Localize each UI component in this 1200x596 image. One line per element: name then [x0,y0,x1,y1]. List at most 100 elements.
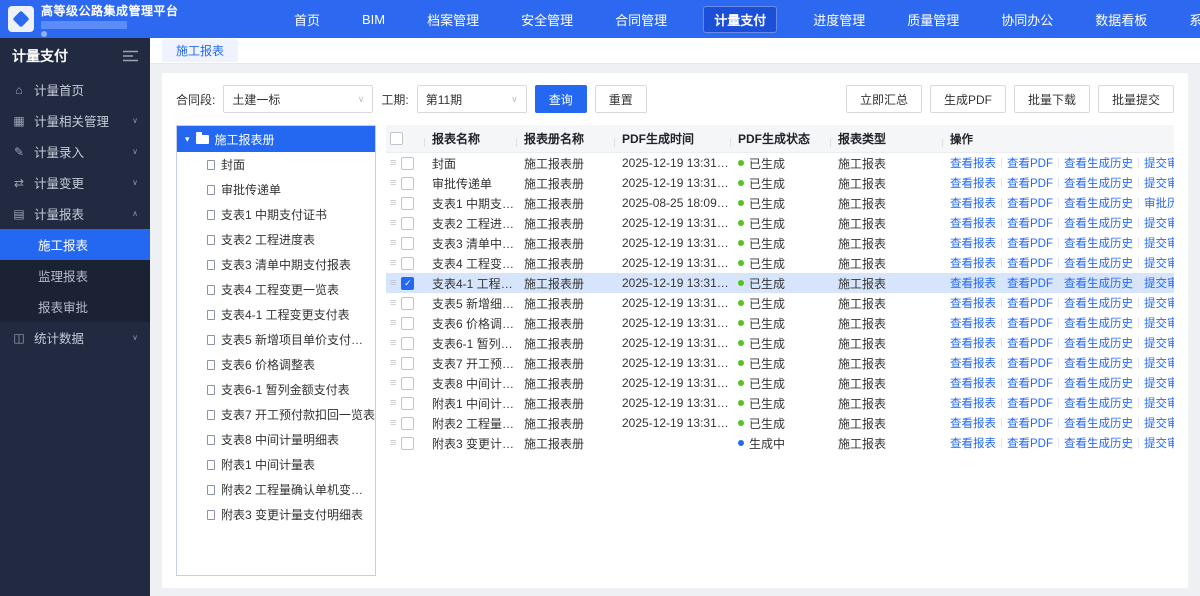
tree-item[interactable]: 支表6-1 暂列金额支付表 [177,377,375,402]
action-link-3[interactable]: 查看生成历史 [1064,355,1133,371]
action-link-1[interactable]: 查看报表 [950,395,996,411]
nav-item-6[interactable]: 计量支付 [703,5,778,33]
table-row[interactable]: ≡ 封面 施工报表册 2025-12-19 13:31:23 已生成 施工报表 查看报表 查看… [386,153,1174,173]
action-link-1[interactable]: 查看报表 [950,155,996,171]
tree-item[interactable]: 支表8 中间计量明细表 [177,427,375,452]
action-link-2[interactable]: 查看PDF [1007,195,1053,211]
tree-item[interactable]: 附表3 变更计量支付明细表 [177,502,375,527]
tree-item[interactable]: 审批传递单 [177,177,375,202]
action-link-2[interactable]: 查看PDF [1007,435,1053,451]
action-link-1[interactable]: 查看报表 [950,295,996,311]
sidebar-subitem-2[interactable]: 监理报表 [0,260,150,291]
table-row[interactable]: ≡ 支表1 中期支付证书施工报表册 2025-08-25 18:09:44 已生成 施工… [386,193,1174,213]
action-link-4[interactable]: 提交审批 [1144,435,1174,451]
action-link-2[interactable]: 查看PDF [1007,295,1053,311]
action-link-4[interactable]: 提交审批 [1144,255,1174,271]
action-link-3[interactable]: 查看生成历史 [1064,315,1133,331]
action-link-1[interactable]: 查看报表 [950,435,996,451]
action-link-4[interactable]: 提交审批 [1144,275,1174,291]
action-link-1[interactable]: 查看报表 [950,255,996,271]
table-row[interactable]: ≡ 支表6-1 暂列金额支付表施工报表册 2025-12-19 13:31:43 已生… [386,333,1174,353]
drag-handle-icon[interactable]: ≡ [390,217,396,229]
action-link-4[interactable]: 审批历史 [1144,195,1174,211]
action-link-3[interactable]: 查看生成历史 [1064,255,1133,271]
action-link-2[interactable]: 查看PDF [1007,155,1053,171]
tree-item[interactable]: 支表2 工程进度表 [177,227,375,252]
sidebar-item-3[interactable]: ✎ 计量录入 ∨ [0,136,150,167]
table-row[interactable]: ≡ 支表4 工程变更一览表施工报表册 2025-12-19 13:31:17 已生成 施… [386,253,1174,273]
query-button[interactable]: 查询 [534,85,587,113]
action-link-3[interactable]: 查看生成历史 [1064,235,1133,251]
row-checkbox[interactable] [401,416,415,430]
action-link-1[interactable]: 查看报表 [950,235,996,251]
drag-handle-icon[interactable]: ≡ [390,197,396,209]
action-link-4[interactable]: 提交审批 [1144,155,1174,171]
row-checkbox[interactable] [401,236,415,250]
drag-handle-icon[interactable]: ≡ [390,177,396,189]
tree-item[interactable]: 附表1 中间计量表 [177,452,375,477]
row-checkbox[interactable] [401,296,415,310]
reset-button[interactable]: 重置 [594,85,647,113]
sidebar-item-2[interactable]: ▦ 计量相关管理 ∨ [0,105,150,136]
action-link-2[interactable]: 查看PDF [1007,175,1053,191]
action-link-3[interactable]: 查看生成历史 [1064,175,1133,191]
table-row[interactable]: ≡ 附表1 中间计量表施工报表册 2025-12-19 13:31:27 已生成 施工报… [386,393,1174,413]
table-row[interactable]: ≡ 审批传递单 施工报表册 2025-12-19 13:31:34 已生成 施工报表 查看报… [386,173,1174,193]
action-link-4[interactable]: 提交审批 [1144,315,1174,331]
table-row[interactable]: ≡ 支表3 清单中期支付报表施工报表册 2025-12-19 13:31:53 已生成… [386,233,1174,253]
sidebar-item-5[interactable]: ▤ 计量报表 ∧ [0,198,150,229]
row-checkbox[interactable] [401,436,415,450]
nav-item-4[interactable]: 安全管理 [515,6,579,33]
action-link-4[interactable]: 提交审批 [1144,335,1174,351]
drag-handle-icon[interactable]: ≡ [390,437,396,449]
action-link-4[interactable]: 提交审批 [1144,215,1174,231]
period-select[interactable]: 第11期 ∨ [416,85,527,113]
action-link-3[interactable]: 查看生成历史 [1064,295,1133,311]
action-link-2[interactable]: 查看PDF [1007,255,1053,271]
action-link-1[interactable]: 查看报表 [950,275,996,291]
action-link-1[interactable]: 查看报表 [950,175,996,191]
action-link-2[interactable]: 查看PDF [1007,375,1053,391]
table-row[interactable]: ≡ 支表7 开工预付款扣回一览表施工报表册 2025-12-19 13:31:32 已… [386,353,1174,373]
action-link-2[interactable]: 查看PDF [1007,395,1053,411]
nav-item-5[interactable]: 合同管理 [609,6,673,33]
table-row[interactable]: ≡ 支表4-1 工程变更支付表施工报表册 2025-12-19 13:31:33 已生… [386,273,1174,293]
row-checkbox[interactable] [401,256,415,270]
table-row[interactable]: ≡ 支表6 价格调整表施工报表册 2025-12-19 13:31:16 已生成 施工报… [386,313,1174,333]
action-link-2[interactable]: 查看PDF [1007,215,1053,231]
sidebar-item-6[interactable]: ◫ 统计数据 ∨ [0,322,150,353]
sidebar-item-4[interactable]: ⇄ 计量变更 ∨ [0,167,150,198]
action-link-2[interactable]: 查看PDF [1007,355,1053,371]
action-link-3[interactable]: 查看生成历史 [1064,155,1133,171]
sidebar-item-1[interactable]: ⌂ 计量首页 [0,74,150,105]
tree-item[interactable]: 支表1 中期支付证书 [177,202,375,227]
nav-item-1[interactable]: 首页 [288,6,326,33]
sidebar-subitem-1[interactable]: 施工报表 [0,229,150,260]
action-link-2[interactable]: 查看PDF [1007,315,1053,331]
action-link-2[interactable]: 查看PDF [1007,275,1053,291]
drag-handle-icon[interactable]: ≡ [390,257,396,269]
collapse-sidebar-icon[interactable] [123,50,138,62]
table-row[interactable]: ≡ 支表5 新增细目单价支付一览表施工报表册 2025-12-19 13:31:16… [386,293,1174,313]
action-link-3[interactable]: 查看生成历史 [1064,415,1133,431]
drag-handle-icon[interactable]: ≡ [390,317,396,329]
toolbar-button-4[interactable]: 批量提交 [1097,85,1174,113]
row-checkbox[interactable] [401,316,415,330]
drag-handle-icon[interactable]: ≡ [390,157,396,169]
drag-handle-icon[interactable]: ≡ [390,237,396,249]
action-link-3[interactable]: 查看生成历史 [1064,395,1133,411]
nav-item-11[interactable]: 系统设定 [1183,6,1200,33]
action-link-1[interactable]: 查看报表 [950,355,996,371]
row-checkbox[interactable] [401,216,415,230]
row-checkbox[interactable] [401,156,415,170]
row-checkbox[interactable] [401,376,415,390]
sidebar-subitem-3[interactable]: 报表审批 [0,291,150,322]
drag-handle-icon[interactable]: ≡ [390,377,396,389]
action-link-1[interactable]: 查看报表 [950,315,996,331]
tree-item[interactable]: 支表3 清单中期支付报表 [177,252,375,277]
drag-handle-icon[interactable]: ≡ [390,297,396,309]
tree-item[interactable]: 支表4 工程变更一览表 [177,277,375,302]
row-checkbox[interactable] [401,336,415,350]
nav-item-9[interactable]: 协同办公 [995,6,1059,33]
table-row[interactable]: ≡ 支表8 中间计量明细表施工报表册 2025-12-19 13:31:40 已生成 施… [386,373,1174,393]
